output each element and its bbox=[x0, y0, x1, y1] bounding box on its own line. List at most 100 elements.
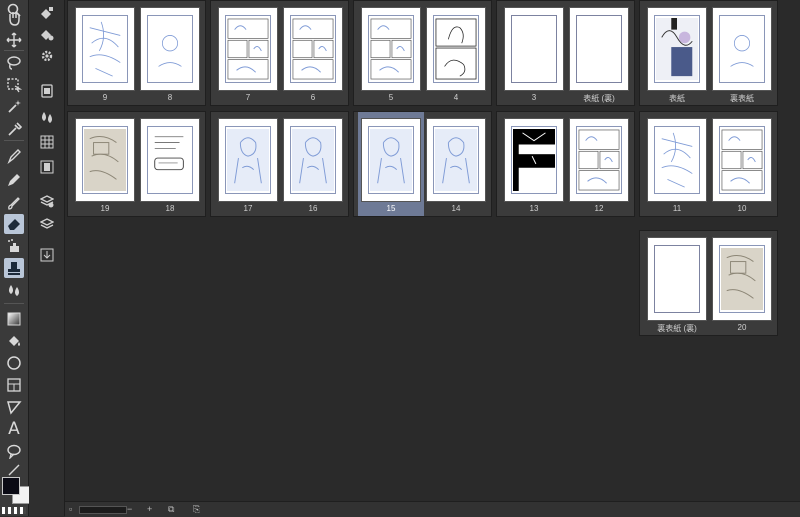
zoom-in-button[interactable]: + bbox=[147, 504, 152, 514]
page-thumbnail-17[interactable] bbox=[218, 118, 278, 202]
page-thumbnail-10[interactable] bbox=[712, 118, 772, 202]
page-artwork bbox=[84, 18, 126, 80]
page-number-label: 7 bbox=[245, 93, 251, 102]
zoom-out-small-icon[interactable]: ▫ bbox=[69, 504, 72, 514]
eyedropper-icon[interactable] bbox=[4, 119, 24, 139]
page-number-label: 表紙 (裏) bbox=[583, 94, 615, 103]
hand-icon[interactable] bbox=[4, 8, 24, 28]
grid-icon[interactable] bbox=[37, 133, 57, 151]
ruler-icon[interactable] bbox=[4, 397, 24, 417]
page-artwork bbox=[656, 248, 698, 310]
page-artwork bbox=[84, 129, 126, 191]
rotate-icon[interactable]: ⎘ bbox=[193, 504, 200, 515]
page-spread: 19 18 bbox=[67, 111, 206, 217]
page-thumbnail-8[interactable] bbox=[140, 7, 200, 91]
text-icon[interactable]: A bbox=[4, 419, 24, 439]
page-spread: 表紙 裏表紙 bbox=[639, 0, 778, 106]
film-icon[interactable] bbox=[37, 158, 57, 176]
fit-icon[interactable]: ⧉ bbox=[168, 504, 174, 515]
page-thumbnail-13[interactable] bbox=[504, 118, 564, 202]
page-artwork bbox=[721, 18, 763, 80]
new-layer-icon[interactable] bbox=[37, 4, 57, 22]
page-thumbnail-7[interactable] bbox=[218, 7, 278, 91]
select-icon[interactable] bbox=[4, 75, 24, 95]
page-thumbnail-5[interactable] bbox=[361, 7, 421, 91]
page-number-label: 裏表紙 bbox=[730, 94, 754, 103]
page-artwork bbox=[149, 18, 191, 80]
gradient-icon[interactable] bbox=[4, 309, 24, 329]
page-thumbnail-表紙 (裏)[interactable] bbox=[569, 7, 629, 91]
page-number-label: 16 bbox=[308, 204, 318, 213]
page-spread: 13 12 bbox=[496, 111, 635, 217]
page-thumbnail-18[interactable] bbox=[140, 118, 200, 202]
magic-wand-icon[interactable] bbox=[4, 97, 24, 117]
page-thumbnail-14[interactable] bbox=[426, 118, 486, 202]
pen-icon[interactable] bbox=[4, 146, 24, 166]
layers-icon[interactable] bbox=[37, 192, 57, 210]
gear-icon[interactable] bbox=[37, 47, 57, 65]
fill-icon[interactable] bbox=[4, 331, 24, 351]
page-number-label: 裏表紙 (裏) bbox=[657, 324, 697, 333]
page-thumbnail-6[interactable] bbox=[283, 7, 343, 91]
frame-icon[interactable] bbox=[4, 375, 24, 395]
page-artwork bbox=[578, 129, 620, 191]
drops-icon[interactable] bbox=[37, 108, 57, 126]
airbrush-icon[interactable] bbox=[4, 236, 24, 256]
page-artwork bbox=[149, 129, 191, 191]
page-artwork bbox=[435, 129, 477, 191]
tool-palette: A bbox=[0, 0, 30, 516]
page-number-label: 8 bbox=[167, 93, 173, 102]
page-artwork bbox=[721, 248, 763, 310]
balloon-icon[interactable] bbox=[4, 441, 24, 461]
page-thumbnail-4[interactable] bbox=[426, 7, 486, 91]
page-number-label: 18 bbox=[165, 204, 175, 213]
lasso-icon[interactable] bbox=[4, 53, 24, 73]
page-number-label: 14 bbox=[451, 204, 461, 213]
move-icon[interactable] bbox=[4, 30, 24, 50]
zoom-slider[interactable] bbox=[79, 506, 127, 514]
page-number-label: 11 bbox=[672, 204, 682, 213]
page-spread: 15 14 bbox=[353, 111, 492, 217]
page-number-label: 9 bbox=[102, 93, 108, 102]
eraser-icon[interactable] bbox=[4, 214, 24, 234]
page-icon[interactable] bbox=[37, 82, 57, 100]
page-thumbnail-12[interactable] bbox=[569, 118, 629, 202]
page-number-label: 20 bbox=[737, 323, 747, 332]
duplicate-icon[interactable] bbox=[37, 25, 57, 43]
page-thumbnail-11[interactable] bbox=[647, 118, 707, 202]
page-spread: 98 bbox=[67, 0, 206, 106]
page-artwork bbox=[656, 129, 698, 191]
page-spread: 3 表紙 (裏) bbox=[496, 0, 635, 106]
stamp-icon[interactable] bbox=[4, 258, 24, 278]
transparent-color-swatch[interactable] bbox=[2, 507, 26, 514]
toolbar-divider bbox=[4, 50, 24, 51]
page-number-label: 3 bbox=[531, 93, 537, 102]
stack-icon[interactable] bbox=[37, 215, 57, 233]
zoom-out-button[interactable]: − bbox=[127, 504, 132, 514]
page-artwork bbox=[227, 129, 269, 191]
page-thumbnail-裏表紙[interactable] bbox=[712, 7, 772, 91]
page-thumbnail-裏表紙 (裏)[interactable] bbox=[647, 237, 707, 321]
page-thumbnail-20[interactable] bbox=[712, 237, 772, 321]
page-thumbnail-15[interactable] bbox=[361, 118, 421, 202]
export-icon[interactable] bbox=[37, 246, 57, 264]
page-thumbnail-表紙[interactable] bbox=[647, 7, 707, 91]
pencil-icon[interactable] bbox=[4, 170, 24, 190]
blend-icon[interactable] bbox=[4, 280, 24, 300]
page-thumbnail-19[interactable] bbox=[75, 118, 135, 202]
page-number-label: 5 bbox=[388, 93, 394, 102]
foreground-color-swatch[interactable] bbox=[2, 477, 20, 495]
page-thumbnail-9[interactable] bbox=[75, 7, 135, 91]
page-number-label: 4 bbox=[453, 93, 459, 102]
page-artwork bbox=[513, 129, 555, 191]
brush-icon[interactable] bbox=[4, 193, 24, 213]
page-thumbnail-16[interactable] bbox=[283, 118, 343, 202]
page-artwork bbox=[292, 129, 334, 191]
page-number-label: 表紙 bbox=[669, 94, 685, 103]
page-artwork bbox=[656, 18, 698, 80]
shape-icon[interactable] bbox=[4, 353, 24, 373]
page-manager: 9 8 7 6 5 4 3 表紙 (裏) 表紙 裏表紙 19 18 17 16 15 14 13 12 11 10 裏表… bbox=[65, 0, 800, 516]
command-bar bbox=[29, 0, 65, 516]
page-thumbnail-3[interactable] bbox=[504, 7, 564, 91]
toolbar-divider bbox=[4, 303, 24, 304]
